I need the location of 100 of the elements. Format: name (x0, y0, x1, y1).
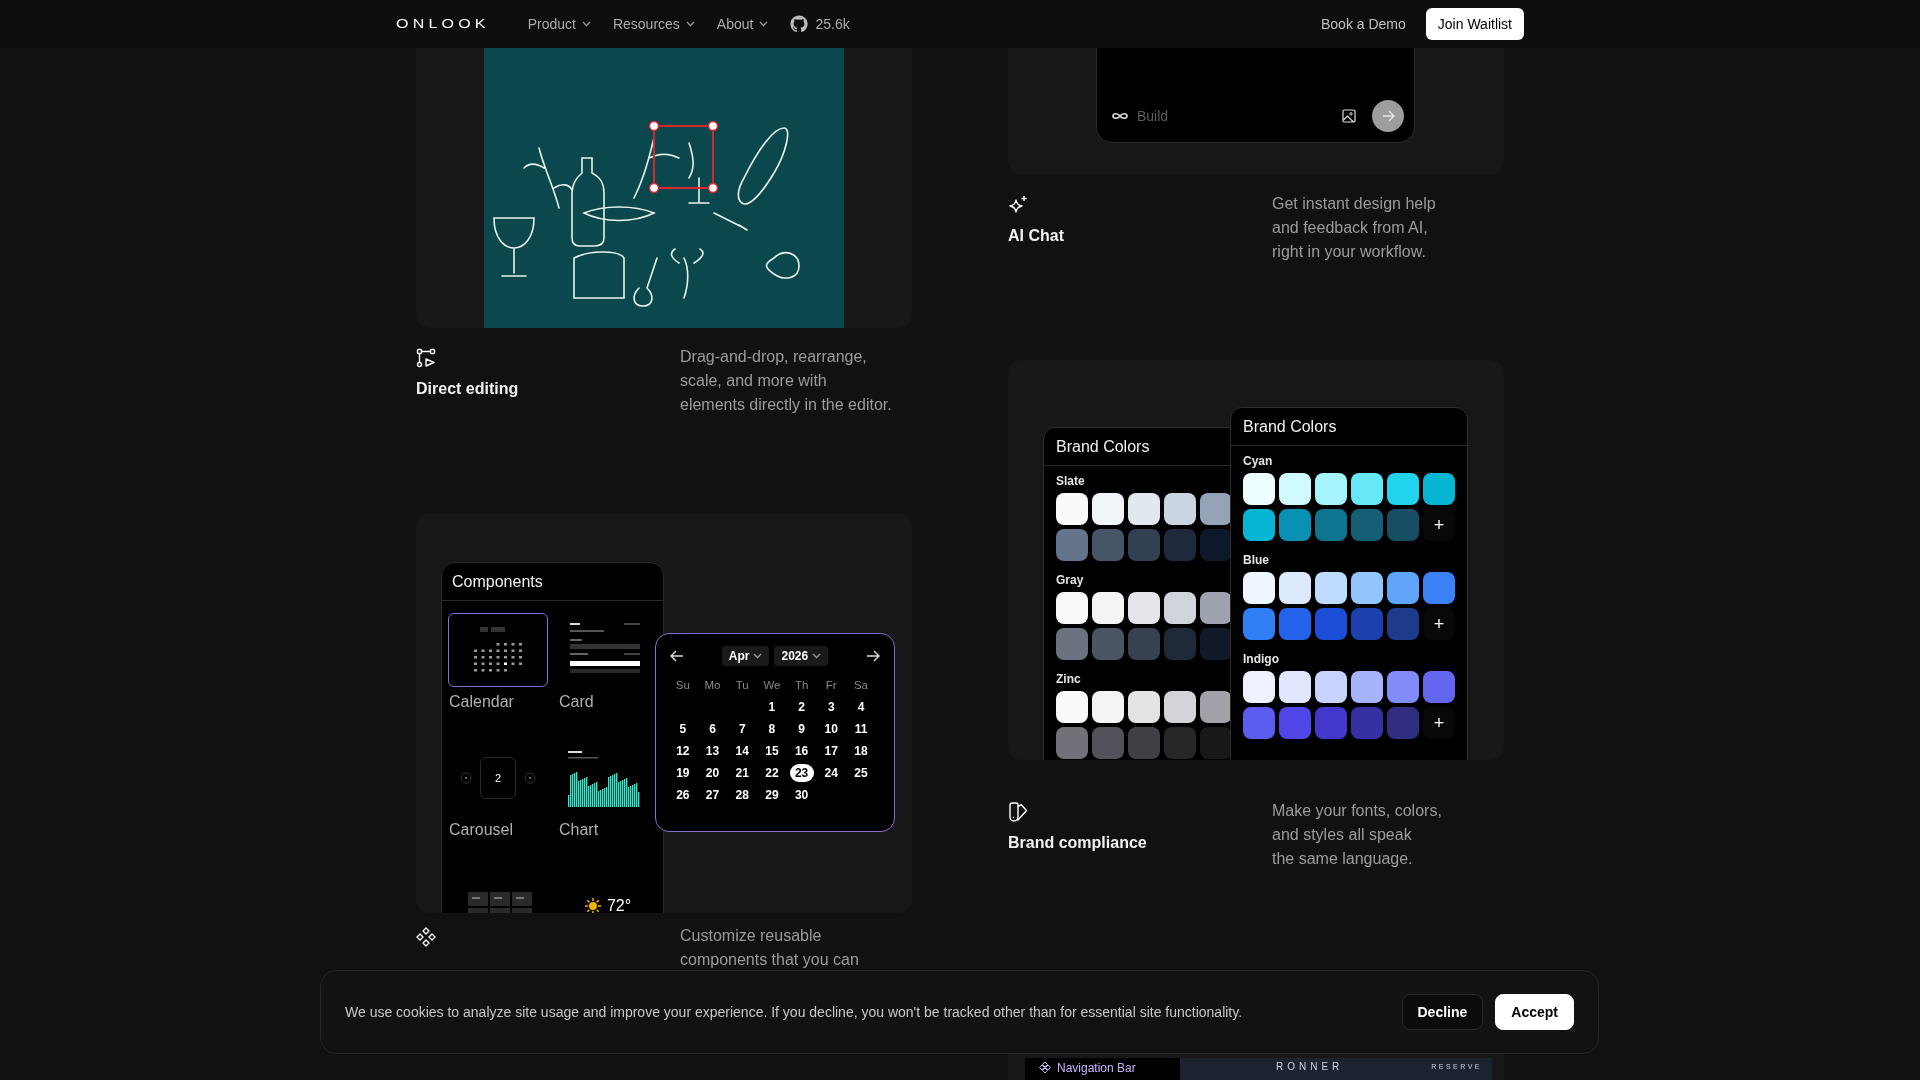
calendar-day[interactable]: 13 (700, 742, 725, 760)
color-swatch[interactable] (1243, 707, 1275, 739)
add-color-button[interactable]: + (1423, 707, 1455, 739)
color-swatch[interactable] (1351, 509, 1383, 541)
color-swatch[interactable] (1387, 509, 1419, 541)
color-swatch[interactable] (1200, 592, 1232, 624)
calendar-day[interactable]: 20 (700, 764, 725, 782)
color-swatch[interactable] (1164, 529, 1196, 561)
calendar-day[interactable]: 3 (819, 698, 844, 716)
calendar-day[interactable]: 7 (730, 720, 755, 738)
color-swatch[interactable] (1128, 493, 1160, 525)
calendar-day[interactable]: 2 (789, 698, 814, 716)
calendar-day[interactable]: 23 (789, 764, 814, 782)
calendar-day[interactable]: 14 (730, 742, 755, 760)
calendar-day[interactable]: 30 (789, 786, 814, 804)
navigation-bar-tab[interactable]: Navigation Bar (1025, 1058, 1180, 1080)
calendar-day[interactable]: 26 (670, 786, 695, 804)
color-swatch[interactable] (1128, 529, 1160, 561)
color-swatch[interactable] (1279, 671, 1311, 703)
color-swatch[interactable] (1164, 727, 1196, 759)
accept-button[interactable]: Accept (1495, 994, 1574, 1030)
calendar-day[interactable]: 22 (759, 764, 784, 782)
calendar-day[interactable]: 15 (759, 742, 784, 760)
calendar-day[interactable]: 8 (759, 720, 784, 738)
color-swatch[interactable] (1056, 493, 1088, 525)
chat-input-field[interactable]: Build (1137, 102, 1334, 130)
calendar-day[interactable]: 16 (789, 742, 814, 760)
color-swatch[interactable] (1315, 473, 1347, 505)
calendar-day[interactable]: 17 (819, 742, 844, 760)
color-swatch[interactable] (1387, 473, 1419, 505)
calendar-day[interactable]: 6 (700, 720, 725, 738)
color-swatch[interactable] (1092, 691, 1124, 723)
color-swatch[interactable] (1243, 608, 1275, 640)
calendar-day[interactable]: 4 (848, 698, 873, 716)
next-month-icon[interactable] (866, 650, 880, 662)
color-swatch[interactable] (1423, 671, 1455, 703)
calendar-day[interactable]: 21 (730, 764, 755, 782)
color-swatch[interactable] (1200, 727, 1232, 759)
nav-menu[interactable]: About (716, 16, 769, 32)
color-swatch[interactable] (1315, 707, 1347, 739)
color-swatch[interactable] (1200, 691, 1232, 723)
color-swatch[interactable] (1279, 473, 1311, 505)
color-swatch[interactable] (1092, 493, 1124, 525)
color-swatch[interactable] (1128, 592, 1160, 624)
color-swatch[interactable] (1279, 509, 1311, 541)
color-swatch[interactable] (1351, 608, 1383, 640)
color-swatch[interactable] (1092, 529, 1124, 561)
book-demo-link[interactable]: Book a Demo (1321, 16, 1406, 32)
calendar-day[interactable]: 5 (670, 720, 695, 738)
color-swatch[interactable] (1200, 493, 1232, 525)
color-swatch[interactable] (1243, 509, 1275, 541)
add-color-button[interactable]: + (1423, 509, 1455, 541)
calendar-day[interactable]: 12 (670, 742, 695, 760)
selection-frame[interactable] (648, 120, 719, 194)
color-swatch[interactable] (1243, 473, 1275, 505)
image-icon[interactable] (1342, 109, 1356, 123)
calendar-day[interactable]: 11 (848, 720, 873, 738)
previous-month-icon[interactable] (670, 650, 684, 662)
decline-button[interactable]: Decline (1401, 994, 1484, 1030)
color-swatch[interactable] (1423, 572, 1455, 604)
calendar-day[interactable]: 19 (670, 764, 695, 782)
component-preview[interactable]: 72° (558, 869, 658, 913)
nav-menu[interactable]: Resources (612, 16, 695, 32)
color-swatch[interactable] (1056, 691, 1088, 723)
nav-menu[interactable]: Product (527, 16, 591, 32)
color-swatch[interactable] (1315, 509, 1347, 541)
color-swatch[interactable] (1056, 628, 1088, 660)
color-swatch[interactable] (1128, 691, 1160, 723)
color-swatch[interactable] (1279, 707, 1311, 739)
github-link[interactable]: 25.6k (790, 15, 850, 33)
calendar-day[interactable]: 28 (730, 786, 755, 804)
color-swatch[interactable] (1164, 493, 1196, 525)
calendar-day[interactable]: 24 (819, 764, 844, 782)
color-swatch[interactable] (1128, 628, 1160, 660)
color-swatch[interactable] (1200, 628, 1232, 660)
calendar-day[interactable]: 25 (848, 764, 873, 782)
color-swatch[interactable] (1092, 592, 1124, 624)
color-swatch[interactable] (1315, 671, 1347, 703)
calendar-day[interactable]: 29 (759, 786, 784, 804)
color-swatch[interactable] (1315, 572, 1347, 604)
add-color-button[interactable]: + (1423, 608, 1455, 640)
month-select[interactable]: Apr (721, 646, 770, 666)
logo[interactable]: ONLOOK (396, 16, 490, 32)
color-swatch[interactable] (1164, 592, 1196, 624)
calendar-day[interactable]: 27 (700, 786, 725, 804)
color-swatch[interactable] (1279, 608, 1311, 640)
color-swatch[interactable] (1092, 628, 1124, 660)
calendar-day[interactable]: 1 (759, 698, 784, 716)
color-swatch[interactable] (1243, 671, 1275, 703)
color-swatch[interactable] (1351, 473, 1383, 505)
join-waitlist-button[interactable]: Join Waitlist (1425, 8, 1524, 40)
color-swatch[interactable] (1200, 529, 1232, 561)
send-button[interactable] (1372, 100, 1404, 132)
component-preview[interactable]: 2 (448, 741, 548, 815)
color-swatch[interactable] (1351, 707, 1383, 739)
color-swatch[interactable] (1128, 727, 1160, 759)
color-swatch[interactable] (1092, 727, 1124, 759)
calendar-day[interactable]: 18 (848, 742, 873, 760)
color-swatch[interactable] (1056, 592, 1088, 624)
color-swatch[interactable] (1387, 707, 1419, 739)
